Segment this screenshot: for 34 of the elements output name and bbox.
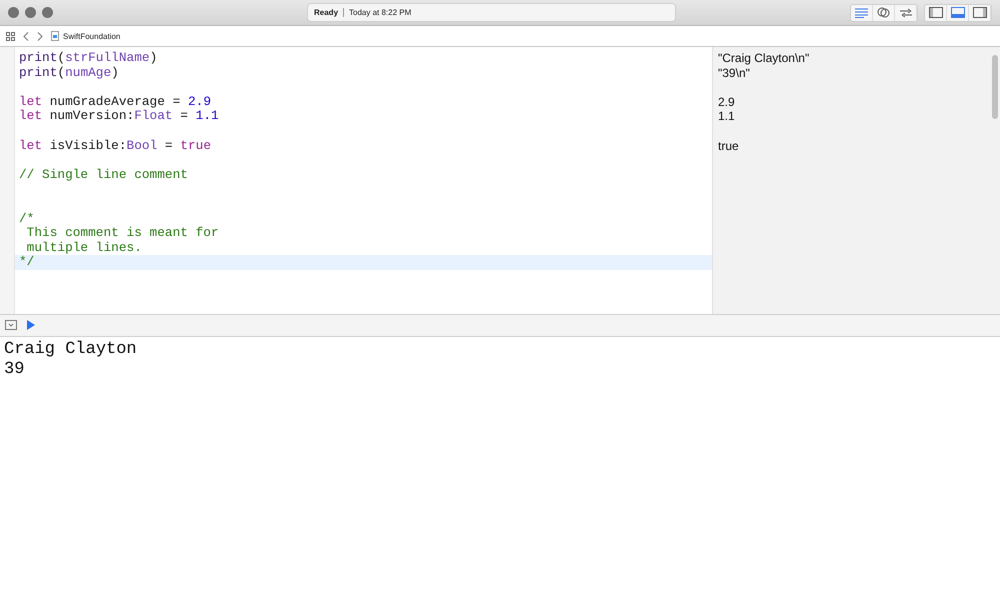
back-chevron-icon[interactable] — [23, 32, 29, 40]
file-icon — [51, 31, 59, 41]
result-value: "Craig Clayton\n" — [718, 51, 810, 65]
forward-chevron-icon[interactable] — [37, 32, 43, 40]
build-status: Ready — [314, 8, 338, 17]
console-output: Craig Clayton — [4, 340, 138, 360]
code-line: This comment is meant for — [26, 226, 220, 241]
window-zoom-dot[interactable] — [42, 7, 53, 18]
grid-icon[interactable] — [6, 32, 15, 40]
code-line: /* — [18, 212, 36, 226]
file-breadcrumb[interactable]: SwiftFoundation — [63, 32, 120, 40]
result-value: 2.9 — [718, 94, 735, 109]
swap-arrows-icon — [898, 8, 912, 18]
result-value: true — [718, 138, 739, 153]
code-line: let isVisible:Bool = true — [18, 138, 212, 154]
window-close-dot[interactable] — [8, 7, 19, 18]
code-line: print(strFullName) — [18, 51, 158, 66]
hide-console-icon[interactable] — [5, 320, 17, 330]
panel-layout-icon — [972, 7, 986, 18]
result-value: 1.1 — [718, 109, 735, 124]
panel-layout-icon — [950, 7, 964, 18]
play-icon[interactable] — [27, 320, 35, 330]
status-timestamp: Today at 8:22 PM — [349, 8, 412, 17]
code-line: let numGradeAverage = 2.9 — [18, 94, 212, 110]
code-line: // Single line comment — [18, 168, 189, 182]
code-line: multiple lines. — [26, 240, 143, 256]
overlapping-circles-icon — [877, 7, 890, 18]
window-minimize-dot[interactable] — [25, 7, 36, 18]
console-output: 39 — [4, 360, 26, 380]
result-value: "39\n" — [718, 66, 750, 80]
panel-layout-icon — [928, 7, 942, 18]
code-line: print(numAge) — [18, 66, 120, 80]
text-lines-icon — [855, 8, 868, 18]
code-line: let numVersion:Float = 1.1 — [18, 109, 220, 124]
